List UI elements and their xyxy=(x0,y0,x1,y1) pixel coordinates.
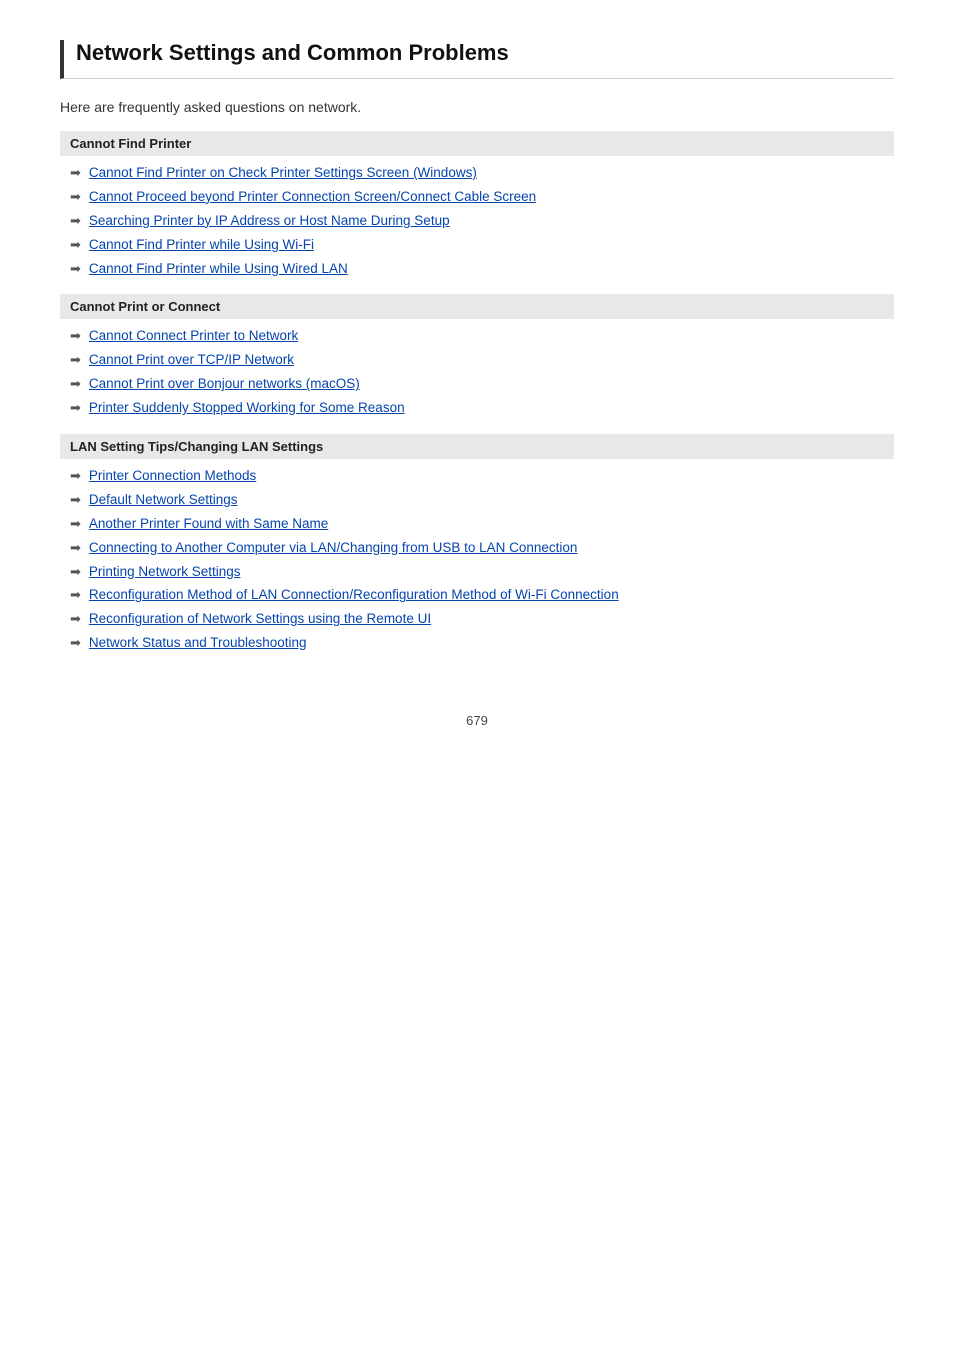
link[interactable]: Cannot Proceed beyond Printer Connection… xyxy=(89,188,536,207)
section-cannot-find-printer: Cannot Find Printer ➡ Cannot Find Printer … xyxy=(60,131,894,278)
list-item: ➡ Network Status and Troubleshooting xyxy=(60,634,894,653)
list-item: ➡ Another Printer Found with Same Name xyxy=(60,515,894,534)
list-item: ➡ Cannot Print over Bonjour networks (mac… xyxy=(60,375,894,394)
page-number: 679 xyxy=(466,713,488,728)
list-item: ➡ Cannot Print over TCP/IP Network xyxy=(60,351,894,370)
list-item: ➡ Cannot Find Printer while Using Wired L… xyxy=(60,260,894,279)
arrow-icon: ➡ xyxy=(70,351,81,369)
sections-container: Cannot Find Printer ➡ Cannot Find Printer … xyxy=(60,131,894,653)
link[interactable]: Cannot Find Printer on Check Printer Set… xyxy=(89,164,477,183)
list-item: ➡ Default Network Settings xyxy=(60,491,894,510)
link[interactable]: Printer Suddenly Stopped Working for Som… xyxy=(89,399,405,418)
list-item: ➡ Searching Printer by IP Address or Host… xyxy=(60,212,894,231)
link[interactable]: Cannot Print over TCP/IP Network xyxy=(89,351,294,370)
arrow-icon: ➡ xyxy=(70,164,81,182)
arrow-icon: ➡ xyxy=(70,563,81,581)
list-item: ➡ Cannot Find Printer while Using Wi-Fi xyxy=(60,236,894,255)
arrow-icon: ➡ xyxy=(70,212,81,230)
page-title: Network Settings and Common Problems xyxy=(76,40,894,66)
page-header: Network Settings and Common Problems xyxy=(60,40,894,79)
link-list-cannot-find-printer: ➡ Cannot Find Printer on Check Printer Se… xyxy=(60,164,894,278)
arrow-icon: ➡ xyxy=(70,491,81,509)
intro-text: Here are frequently asked questions on n… xyxy=(60,99,894,115)
section-header-lan-settings: LAN Setting Tips/Changing LAN Settings xyxy=(60,434,894,459)
section-cannot-print-or-connect: Cannot Print or Connect ➡ Cannot Connect P… xyxy=(60,294,894,418)
link[interactable]: Reconfiguration of Network Settings usin… xyxy=(89,610,431,629)
link[interactable]: Searching Printer by IP Address or Host … xyxy=(89,212,450,231)
list-item: ➡ Reconfiguration of Network Settings usi… xyxy=(60,610,894,629)
page-footer: 679 xyxy=(60,713,894,728)
list-item: ➡ Connecting to Another Computer via LAN/… xyxy=(60,539,894,558)
section-lan-settings: LAN Setting Tips/Changing LAN Settings ➡ P… xyxy=(60,434,894,653)
arrow-icon: ➡ xyxy=(70,539,81,557)
list-item: ➡ Cannot Proceed beyond Printer Connectio… xyxy=(60,188,894,207)
list-item: ➡ Printing Network Settings xyxy=(60,563,894,582)
link[interactable]: Default Network Settings xyxy=(89,491,238,510)
link[interactable]: Printer Connection Methods xyxy=(89,467,256,486)
link[interactable]: Cannot Find Printer while Using Wi-Fi xyxy=(89,236,314,255)
link[interactable]: Another Printer Found with Same Name xyxy=(89,515,328,534)
link-list-cannot-print-or-connect: ➡ Cannot Connect Printer to Network ➡ Canno… xyxy=(60,327,894,418)
list-item: ➡ Cannot Find Printer on Check Printer Se… xyxy=(60,164,894,183)
arrow-icon: ➡ xyxy=(70,327,81,345)
arrow-icon: ➡ xyxy=(70,375,81,393)
link[interactable]: Connecting to Another Computer via LAN/C… xyxy=(89,539,578,558)
link[interactable]: Printing Network Settings xyxy=(89,563,241,582)
link[interactable]: Cannot Connect Printer to Network xyxy=(89,327,298,346)
arrow-icon: ➡ xyxy=(70,634,81,652)
link[interactable]: Cannot Find Printer while Using Wired LA… xyxy=(89,260,348,279)
arrow-icon: ➡ xyxy=(70,467,81,485)
arrow-icon: ➡ xyxy=(70,188,81,206)
section-header-cannot-print-or-connect: Cannot Print or Connect xyxy=(60,294,894,319)
list-item: ➡ Reconfiguration Method of LAN Connectio… xyxy=(60,586,894,605)
link-list-lan-settings: ➡ Printer Connection Methods ➡ Default Netw… xyxy=(60,467,894,653)
arrow-icon: ➡ xyxy=(70,236,81,254)
section-header-cannot-find-printer: Cannot Find Printer xyxy=(60,131,894,156)
link[interactable]: Cannot Print over Bonjour networks (macO… xyxy=(89,375,360,394)
link[interactable]: Network Status and Troubleshooting xyxy=(89,634,307,653)
arrow-icon: ➡ xyxy=(70,586,81,604)
arrow-icon: ➡ xyxy=(70,610,81,628)
arrow-icon: ➡ xyxy=(70,260,81,278)
list-item: ➡ Printer Connection Methods xyxy=(60,467,894,486)
link[interactable]: Reconfiguration Method of LAN Connection… xyxy=(89,586,619,605)
arrow-icon: ➡ xyxy=(70,399,81,417)
arrow-icon: ➡ xyxy=(70,515,81,533)
list-item: ➡ Cannot Connect Printer to Network xyxy=(60,327,894,346)
list-item: ➡ Printer Suddenly Stopped Working for So… xyxy=(60,399,894,418)
